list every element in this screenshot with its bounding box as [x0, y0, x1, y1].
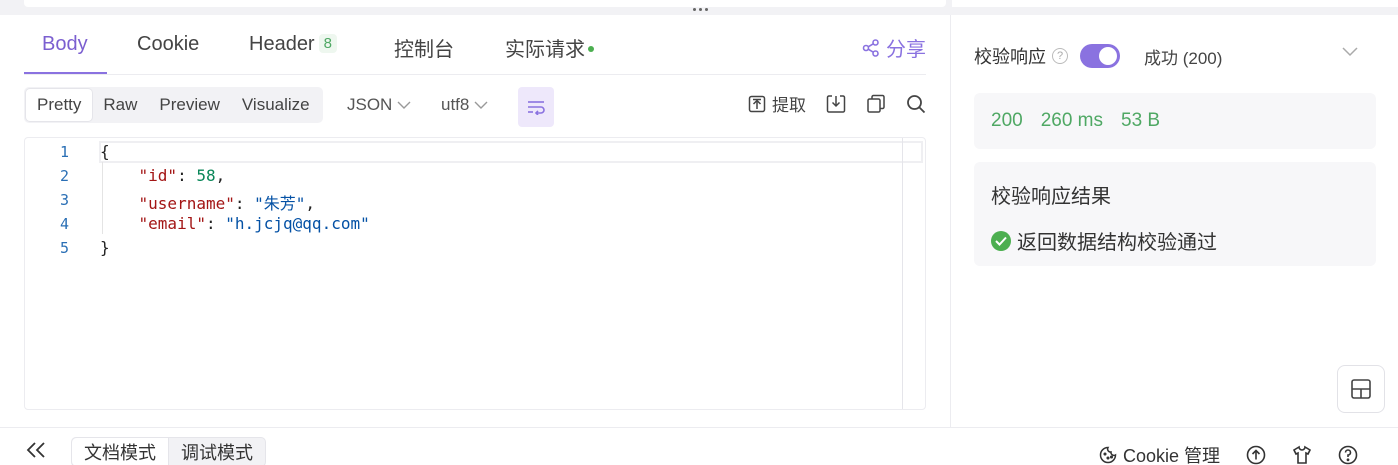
- resize-grip-icon[interactable]: [690, 8, 710, 14]
- download-icon[interactable]: [826, 94, 846, 114]
- doc-mode-tab[interactable]: 文档模式: [72, 438, 169, 465]
- check-circle-icon: [991, 230, 1011, 251]
- response-metrics: 200 260 ms 53 B: [974, 93, 1376, 149]
- extract-icon: [748, 95, 766, 112]
- line-number: 3: [59, 191, 69, 209]
- copy-icon[interactable]: [866, 94, 886, 114]
- chevron-down-icon: [397, 101, 411, 109]
- status-code: 200: [991, 110, 1023, 131]
- share-button[interactable]: 分享: [862, 33, 926, 62]
- cookie-manage-button[interactable]: Cookie 管理: [1099, 442, 1220, 465]
- debug-mode-tab[interactable]: 调试模式: [169, 438, 265, 465]
- json-brace: {: [100, 142, 110, 161]
- chevron-down-icon[interactable]: [1342, 47, 1358, 57]
- shirt-icon[interactable]: [1292, 445, 1312, 465]
- view-mode-raw[interactable]: Raw: [92, 89, 148, 121]
- json-value: "h.jcjq@qq.com": [225, 214, 370, 233]
- panel-top-right: [952, 0, 1398, 7]
- encoding-select-value: utf8: [441, 95, 470, 114]
- code-line-1: {: [100, 142, 110, 161]
- code-line-3: "username": "朱芳",: [138, 194, 316, 213]
- code-line-5: }: [100, 238, 110, 257]
- json-key: "username": [138, 194, 235, 213]
- format-select[interactable]: JSON: [347, 95, 411, 115]
- validate-response-toggle[interactable]: [1080, 44, 1120, 68]
- panel-divider[interactable]: [950, 15, 951, 427]
- validation-status: 成功 (200): [1144, 48, 1223, 68]
- response-tabs: Body Cookie Header 8 控制台 实际请求 分享: [24, 15, 926, 75]
- tab-actual-request[interactable]: 实际请求: [505, 33, 594, 62]
- cookie-manage-label: Cookie 管理: [1122, 446, 1220, 465]
- share-icon: [862, 38, 879, 57]
- share-label: 分享: [886, 39, 926, 61]
- upload-circle-icon[interactable]: [1246, 445, 1266, 465]
- response-size: 53 B: [1121, 110, 1161, 131]
- cookie-icon: [1099, 446, 1117, 464]
- header-count-badge: 8: [318, 34, 337, 53]
- word-wrap-button[interactable]: [518, 87, 554, 127]
- view-mode-preview[interactable]: Preview: [148, 89, 230, 121]
- collapse-sidebar-icon[interactable]: [26, 442, 46, 458]
- toolbar-actions: 提取: [748, 91, 926, 116]
- help-circle-icon[interactable]: [1338, 445, 1358, 465]
- line-number: 4: [59, 215, 69, 233]
- validation-result-card: 校验响应结果 返回数据结构校验通过: [974, 162, 1376, 266]
- json-value: "朱芳": [254, 194, 306, 213]
- chevron-down-icon: [474, 101, 488, 109]
- active-tab-indicator: [24, 72, 107, 74]
- view-mode-visualize[interactable]: Visualize: [231, 89, 321, 121]
- top-resize-bar: [0, 0, 1398, 15]
- encoding-select[interactable]: utf8: [441, 95, 488, 115]
- code-line-2: "id": 58,: [138, 166, 226, 185]
- line-number: 1: [59, 143, 69, 161]
- response-panel: Body Cookie Header 8 控制台 实际请求 分享 Pretty R…: [24, 15, 926, 410]
- validate-response-label: 校验响应: [974, 47, 1046, 67]
- tab-header-label: Header: [249, 33, 315, 55]
- validation-header: 校验响应 ? 成功 (200): [974, 41, 1376, 71]
- code-line-4: "email": "h.jcjq@qq.com": [138, 214, 370, 233]
- format-select-value: JSON: [347, 95, 393, 114]
- mode-switch: 文档模式 调试模式: [71, 437, 266, 465]
- word-wrap-icon: [528, 101, 545, 115]
- json-brace: }: [100, 238, 110, 257]
- tab-console[interactable]: 控制台: [394, 33, 454, 62]
- tab-body[interactable]: Body: [42, 33, 88, 56]
- editor-ruler: [902, 138, 903, 409]
- response-toolbar: Pretty Raw Preview Visualize JSON utf8 提…: [24, 86, 926, 127]
- view-mode-pretty[interactable]: Pretty: [26, 89, 93, 121]
- json-key: "email": [138, 214, 206, 233]
- view-mode-segmented: Pretty Raw Preview Visualize: [24, 87, 323, 123]
- layout-toggle-button[interactable]: [1337, 365, 1385, 413]
- extract-button[interactable]: 提取: [748, 91, 806, 116]
- status-dot-icon: [588, 46, 594, 52]
- tab-actual-request-label: 实际请求: [505, 39, 585, 61]
- extract-label: 提取: [772, 96, 806, 115]
- json-key: "id": [138, 166, 178, 185]
- line-number: 5: [59, 239, 69, 257]
- tab-header[interactable]: Header 8: [249, 33, 337, 56]
- bottom-actions: Cookie 管理: [1099, 442, 1358, 465]
- validation-result-title: 校验响应结果: [991, 186, 1111, 208]
- tab-cookie[interactable]: Cookie: [137, 33, 199, 56]
- response-time: 260 ms: [1040, 110, 1104, 131]
- line-number: 2: [59, 167, 69, 185]
- validation-result-line: 返回数据结构校验通过: [991, 226, 1217, 255]
- json-value: 58: [196, 166, 216, 185]
- code-editor[interactable]: 1 2 3 4 5 { "id": 58, "username": "朱芳", …: [24, 137, 926, 410]
- current-line-highlight: [99, 141, 923, 163]
- panel-top-left: [24, 0, 946, 7]
- layout-icon: [1351, 379, 1371, 399]
- bottom-bar: 文档模式 调试模式 Cookie 管理: [0, 427, 1398, 465]
- help-icon[interactable]: ?: [1052, 48, 1068, 64]
- search-icon[interactable]: [906, 94, 926, 114]
- validation-result-message: 返回数据结构校验通过: [1017, 232, 1217, 254]
